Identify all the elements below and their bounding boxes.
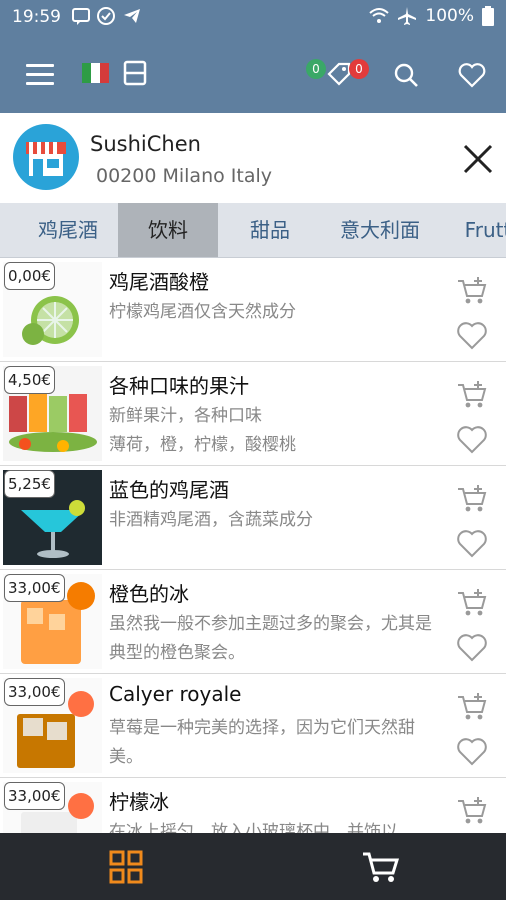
airplane-icon	[398, 7, 417, 25]
menu-icon[interactable]	[26, 64, 54, 86]
add-to-cart-icon[interactable]	[456, 588, 488, 618]
layout-icon[interactable]	[123, 60, 147, 86]
heart-icon[interactable]	[458, 62, 486, 88]
list-item[interactable]: 5,25€ 蓝色的鸡尾酒 非酒精鸡尾酒，含蔬菜成分	[0, 466, 506, 570]
wifi-icon	[369, 8, 390, 23]
app-bar	[0, 36, 506, 113]
status-time: 19:59	[12, 7, 61, 27]
italy-flag-icon[interactable]	[82, 63, 109, 83]
message-icon	[72, 8, 90, 25]
category-tabs: 鸡尾酒 饮料 甜品 意大利面 Frutt	[0, 203, 506, 258]
favorite-heart-icon[interactable]	[456, 320, 488, 350]
tab-fruit[interactable]: Frutt	[448, 203, 506, 257]
add-to-cart-icon[interactable]	[456, 276, 488, 306]
product-description: 柠檬鸡尾酒仅含天然成分	[109, 302, 296, 322]
product-name: 鸡尾酒酸橙	[109, 270, 209, 294]
product-list: 0,00€ 鸡尾酒酸橙 柠檬鸡尾酒仅含天然成分 4,50€ 各种口味的果汁 新鲜…	[0, 258, 506, 833]
product-description: 在冰上摇匀，放入小玻璃杯中，并饰以	[109, 822, 398, 833]
price-tag: 5,25€	[4, 470, 55, 498]
product-name: 橙色的冰	[109, 582, 189, 606]
price-tag: 0,00€	[4, 262, 55, 290]
tab-pasta[interactable]: 意大利面	[330, 203, 430, 257]
shop-header: SushiChen 00200 Milano Italy	[0, 113, 506, 203]
list-item[interactable]: 33,00€ Calyer royale 草莓是一种完美的选择，因为它们天然甜美…	[0, 674, 506, 778]
search-icon[interactable]	[393, 62, 419, 88]
price-tag: 33,00€	[4, 574, 65, 602]
price-tag: 4,50€	[4, 366, 55, 394]
product-description: 新鲜果汁，各种口味 薄荷，橙，柠檬，酸樱桃	[109, 406, 296, 455]
shop-address: 00200 Milano Italy	[96, 165, 273, 187]
shop-name: SushiChen	[90, 132, 201, 156]
bottom-navigation	[0, 833, 506, 900]
status-bar: 19:59 100%	[0, 0, 506, 36]
favorite-heart-icon[interactable]	[456, 736, 488, 766]
tag-icon[interactable]	[326, 61, 352, 87]
product-description: 非酒精鸡尾酒，含蔬菜成分	[109, 510, 313, 530]
favorite-heart-icon[interactable]	[456, 528, 488, 558]
shop-logo	[13, 124, 79, 190]
product-name: 各种口味的果汁	[109, 374, 249, 398]
list-item[interactable]: 4,50€ 各种口味的果汁 新鲜果汁，各种口味 薄荷，橙，柠檬，酸樱桃	[0, 362, 506, 466]
check-circle-icon	[97, 7, 115, 25]
price-tag: 33,00€	[4, 678, 65, 706]
tab-drinks[interactable]: 饮料	[118, 203, 218, 257]
tab-desserts[interactable]: 甜品	[228, 203, 312, 257]
product-description: 草莓是一种完美的选择，因为它们天然甜美。	[109, 718, 415, 767]
product-name: 柠檬冰	[109, 790, 169, 814]
price-tag: 33,00€	[4, 782, 65, 810]
list-item[interactable]: 0,00€ 鸡尾酒酸橙 柠檬鸡尾酒仅含天然成分	[0, 258, 506, 362]
badge-green: 0	[306, 59, 326, 79]
product-name: Calyer royale	[109, 682, 242, 706]
favorite-heart-icon[interactable]	[456, 424, 488, 454]
list-item[interactable]: 33,00€ 柠檬冰 在冰上摇匀，放入小玻璃杯中，并饰以	[0, 778, 506, 833]
list-item[interactable]: 33,00€ 橙色的冰 虽然我一般不参加主题过多的聚会，尤其是典型的橙色聚会。	[0, 570, 506, 674]
product-description: 虽然我一般不参加主题过多的聚会，尤其是典型的橙色聚会。	[109, 614, 432, 663]
store-icon	[26, 142, 66, 176]
badge-red: 0	[349, 59, 369, 79]
favorite-heart-icon[interactable]	[456, 632, 488, 662]
cart-icon[interactable]	[361, 850, 399, 884]
add-to-cart-icon[interactable]	[456, 380, 488, 410]
battery-icon	[482, 6, 494, 26]
add-to-cart-icon[interactable]	[456, 692, 488, 722]
grid-menu-icon[interactable]	[109, 850, 143, 884]
battery-percent: 100%	[425, 6, 474, 26]
close-icon[interactable]	[462, 143, 494, 175]
telegram-icon	[124, 9, 140, 23]
add-to-cart-icon[interactable]	[456, 796, 488, 826]
add-to-cart-icon[interactable]	[456, 484, 488, 514]
product-name: 蓝色的鸡尾酒	[109, 478, 229, 502]
tab-cocktails[interactable]: 鸡尾酒	[20, 203, 116, 257]
